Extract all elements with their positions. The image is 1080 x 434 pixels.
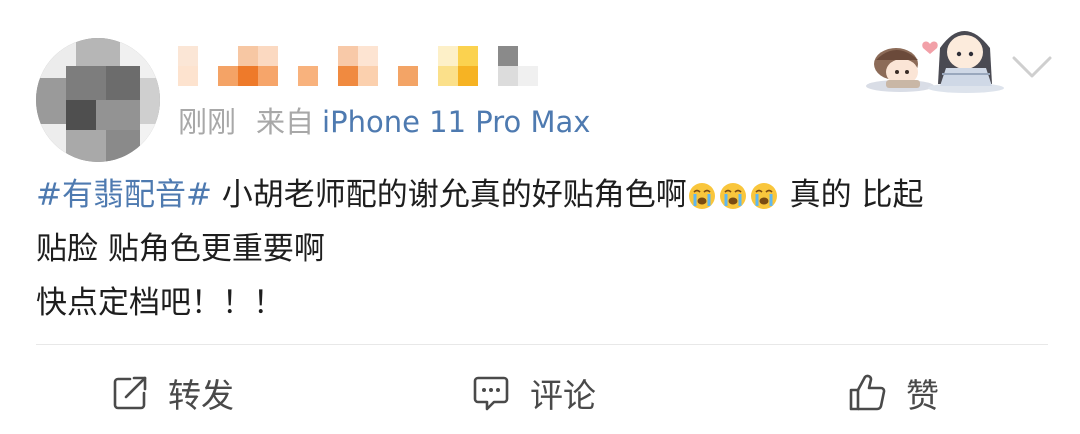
username-pixel — [498, 46, 518, 66]
username-pixel — [178, 46, 198, 66]
post-text-segment: 真的 比起 — [779, 177, 924, 213]
comment-icon — [473, 376, 509, 411]
comment-label: 评论 — [530, 376, 596, 415]
avatar-pixel — [36, 78, 66, 124]
chibi-figure-left — [866, 48, 934, 92]
post-text-segment: 小胡老师配的谢允真的好贴角色啊 — [211, 177, 687, 213]
repost-label: 转发 — [168, 376, 234, 415]
post-meta: 刚刚 来自 iPhone 11 Pro Max — [178, 104, 590, 140]
avatar[interactable] — [36, 38, 160, 162]
avatar-pixel — [66, 130, 106, 162]
username-pixel — [358, 66, 378, 86]
post-time: 刚刚 — [178, 105, 237, 139]
comment-button[interactable]: 评论 — [470, 366, 596, 420]
username-pixel — [258, 66, 278, 86]
chevron-down-icon[interactable] — [1010, 52, 1054, 82]
username-pixel — [238, 46, 258, 66]
username-pixel — [438, 66, 458, 86]
avatar-pixel — [66, 100, 96, 130]
avatar-pixel — [106, 130, 140, 162]
post-content: #有翡配音# 小胡老师配的谢允真的好贴角色啊 真的 比起 贴脸 贴角色更重要啊 … — [36, 168, 1046, 330]
username-pixel — [178, 66, 198, 86]
repost-icon — [113, 376, 147, 410]
crying-face-icon — [750, 183, 777, 209]
repost-button[interactable]: 转发 — [110, 366, 234, 420]
chibi-figure-right — [928, 31, 1004, 93]
avatar-pixel — [140, 124, 160, 162]
like-button[interactable]: 赞 — [846, 366, 939, 420]
username-pixel — [458, 66, 478, 86]
divider — [36, 344, 1048, 345]
avatar-pixel — [66, 66, 106, 100]
username-pixel — [298, 66, 318, 86]
username-pixel — [518, 66, 538, 86]
source-device-link[interactable]: iPhone 11 Pro Max — [322, 105, 590, 139]
username-pixel — [458, 46, 478, 66]
username-pixel — [498, 66, 518, 86]
username-pixel — [258, 46, 278, 66]
avatar-pixel — [106, 66, 140, 100]
avatar-pixel — [76, 38, 120, 66]
post-text-line-3: 快点定档吧！！！ — [36, 285, 284, 321]
username-pixel — [238, 66, 258, 86]
heart-icon — [922, 41, 938, 54]
crying-face-icon — [719, 183, 746, 209]
avatar-pixel — [140, 78, 160, 124]
username-pixel — [338, 66, 358, 86]
post-text-line-2: 贴脸 贴角色更重要啊 — [36, 231, 325, 267]
chibi-decoration-illustration — [866, 31, 1004, 93]
thumbs-up-icon — [849, 374, 886, 411]
crying-face-icon — [688, 183, 715, 209]
weibo-post: 刚刚 来自 iPhone 11 Pro Max #有翡配音# 小胡老师配的谢允真… — [0, 0, 1080, 434]
username-pixel — [398, 66, 418, 86]
post-text-line-1: #有翡配音# 小胡老师配的谢允真的好贴角色啊 真的 比起 — [36, 168, 1046, 222]
avatar-pixel — [96, 100, 140, 130]
like-label: 赞 — [906, 376, 939, 415]
username-pixel — [338, 46, 358, 66]
username-pixel — [358, 46, 378, 66]
source-label: 来自 — [256, 105, 315, 139]
hashtag-link[interactable]: #有翡配音# — [36, 177, 212, 213]
username-pixel — [218, 66, 238, 86]
username-mosaic[interactable] — [178, 46, 538, 90]
username-pixel — [438, 46, 458, 66]
avatar-pixel — [36, 124, 66, 162]
